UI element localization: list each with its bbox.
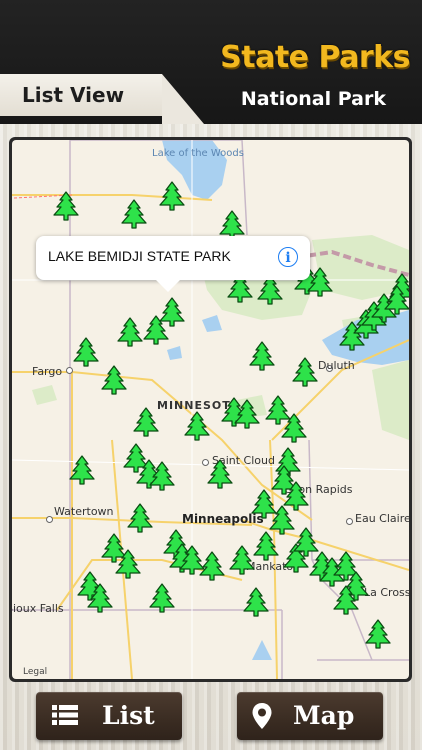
city-la-crosse: La Crosse	[364, 586, 409, 599]
list-icon	[52, 705, 78, 725]
city-dot-eau-claire	[346, 518, 353, 525]
tree-icon[interactable]	[229, 545, 255, 575]
city-dot-watertown	[46, 516, 53, 523]
tab-slant-decoration	[162, 74, 204, 124]
tree-icon[interactable]	[292, 357, 318, 387]
list-button-label: List	[102, 701, 155, 730]
tree-icon[interactable]	[365, 619, 391, 649]
tree-icon[interactable]	[234, 399, 260, 429]
app-subtitle: National Park	[240, 88, 386, 110]
tree-icon[interactable]	[184, 411, 210, 441]
tree-icon[interactable]	[127, 503, 153, 533]
tree-icon[interactable]	[69, 455, 95, 485]
tree-icon[interactable]	[253, 531, 279, 561]
list-view-label: List View	[22, 83, 125, 107]
list-view-tab[interactable]: List View	[0, 74, 162, 116]
map-pin-icon	[252, 703, 272, 729]
tree-icon[interactable]	[117, 317, 143, 347]
city-eau-claire: Eau Claire	[355, 512, 409, 525]
tree-icon[interactable]	[149, 461, 175, 491]
tree-icon[interactable]	[87, 583, 113, 613]
tree-icon[interactable]	[133, 407, 159, 437]
info-icon[interactable]: i	[278, 247, 298, 267]
tree-icon[interactable]	[159, 181, 185, 211]
park-callout[interactable]: LAKE BEMIDJI STATE PARK i	[36, 236, 310, 292]
app-title: State Parks	[220, 40, 410, 75]
tree-icon[interactable]	[199, 551, 225, 581]
tree-icon[interactable]	[281, 413, 307, 443]
tree-icon[interactable]	[53, 191, 79, 221]
list-button[interactable]: List	[36, 692, 182, 740]
callout-park-name: LAKE BEMIDJI STATE PARK	[48, 248, 231, 264]
map-view[interactable]: Lake of the Woods MINNESOTA Fargo Duluth…	[12, 140, 409, 679]
tree-icon[interactable]	[101, 365, 127, 395]
map-button-label: Map	[293, 701, 355, 730]
city-duluth: Duluth	[318, 359, 355, 372]
tree-icon[interactable]	[73, 337, 99, 367]
tree-icon[interactable]	[121, 199, 147, 229]
tree-icon[interactable]	[115, 549, 141, 579]
tree-icon[interactable]	[207, 459, 233, 489]
city-fargo: Fargo	[32, 365, 63, 378]
city-sioux-falls: Sioux Falls	[12, 602, 64, 615]
callout-pointer	[156, 280, 180, 292]
tree-icon[interactable]	[384, 285, 409, 315]
lake-of-the-woods-label: Lake of the Woods	[152, 148, 244, 159]
tree-icon[interactable]	[249, 341, 275, 371]
tree-icon[interactable]	[243, 587, 269, 617]
legal-link[interactable]: Legal	[23, 667, 47, 677]
city-dot-fargo	[66, 367, 73, 374]
map-button[interactable]: Map	[237, 692, 383, 740]
city-watertown: Watertown	[54, 505, 114, 518]
tree-icon[interactable]	[149, 583, 175, 613]
tree-icon[interactable]	[143, 315, 169, 345]
tree-icon[interactable]	[307, 267, 333, 297]
tree-icon[interactable]	[333, 585, 359, 615]
